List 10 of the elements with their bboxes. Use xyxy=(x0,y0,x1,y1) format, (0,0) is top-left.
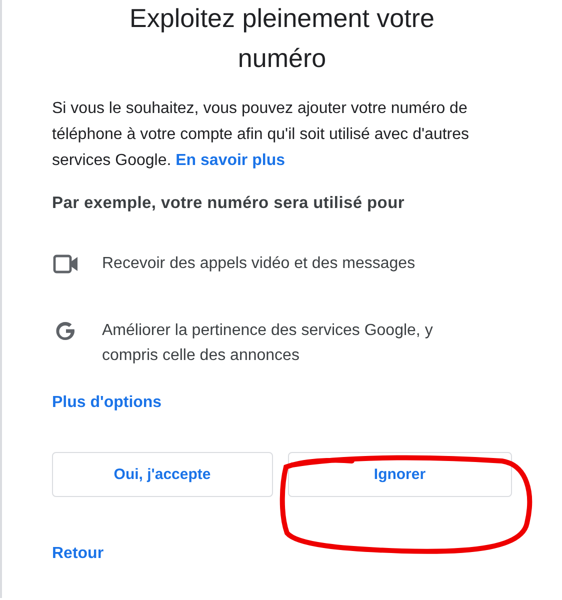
usage-text: Améliorer la pertinence des services Google, y compris celle des annonces xyxy=(102,321,434,366)
accept-button[interactable]: Oui, j'accepte xyxy=(52,452,272,497)
usage-text: Recevoir des appels vidéo et des messages xyxy=(102,254,416,274)
back-link[interactable]: Retour xyxy=(52,545,104,563)
intro-paragraph: Si vous le souhaitez, vous pouvez ajouter votre numéro de téléphone à votre compte afin qu'il soit utilisé avec d'autres services Google. En savoir plus xyxy=(52,99,470,171)
video-camera-icon xyxy=(53,254,79,274)
examples-heading: Par exemple, votre numéro sera utilisé pour xyxy=(52,194,406,213)
more-options-link[interactable]: Plus d'options xyxy=(52,394,162,412)
page-title: Exploitez pleinement votre numéro xyxy=(128,2,436,75)
learn-more-link[interactable]: En savoir plus xyxy=(176,152,285,169)
